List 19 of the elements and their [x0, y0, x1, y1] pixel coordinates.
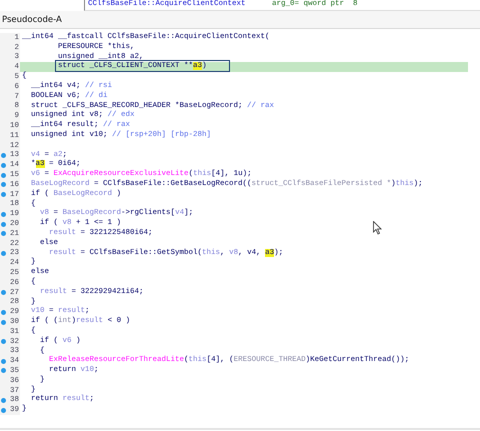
breakpoint-dot[interactable]	[1, 192, 6, 198]
breakpoint-dot[interactable]	[1, 368, 6, 374]
breakpoint-dot[interactable]	[1, 250, 6, 256]
breakpoint-dot[interactable]	[1, 212, 6, 217]
breakpoint-dot[interactable]	[1, 358, 6, 364]
breakpoint-dot[interactable]	[1, 408, 6, 413]
pseudocode-tab[interactable]: Pseudocode-A	[0, 14, 62, 24]
breakpoint-dot[interactable]	[1, 320, 6, 324]
breakpoint-dot[interactable]	[1, 172, 6, 178]
breakpoint-dot[interactable]	[1, 310, 6, 315]
breakpoint-dot[interactable]	[1, 222, 6, 227]
mouse-pointer-icon	[373, 221, 382, 235]
breakpoint-dot[interactable]	[1, 182, 6, 188]
breakpoint-dot[interactable]	[1, 152, 6, 158]
breakpoint-dot[interactable]	[1, 290, 6, 296]
breakpoint-dot[interactable]	[1, 231, 6, 236]
breakpoint-dot[interactable]	[1, 339, 6, 344]
breakpoint-dot[interactable]	[1, 162, 6, 168]
breakpoint-dot[interactable]	[1, 398, 6, 403]
